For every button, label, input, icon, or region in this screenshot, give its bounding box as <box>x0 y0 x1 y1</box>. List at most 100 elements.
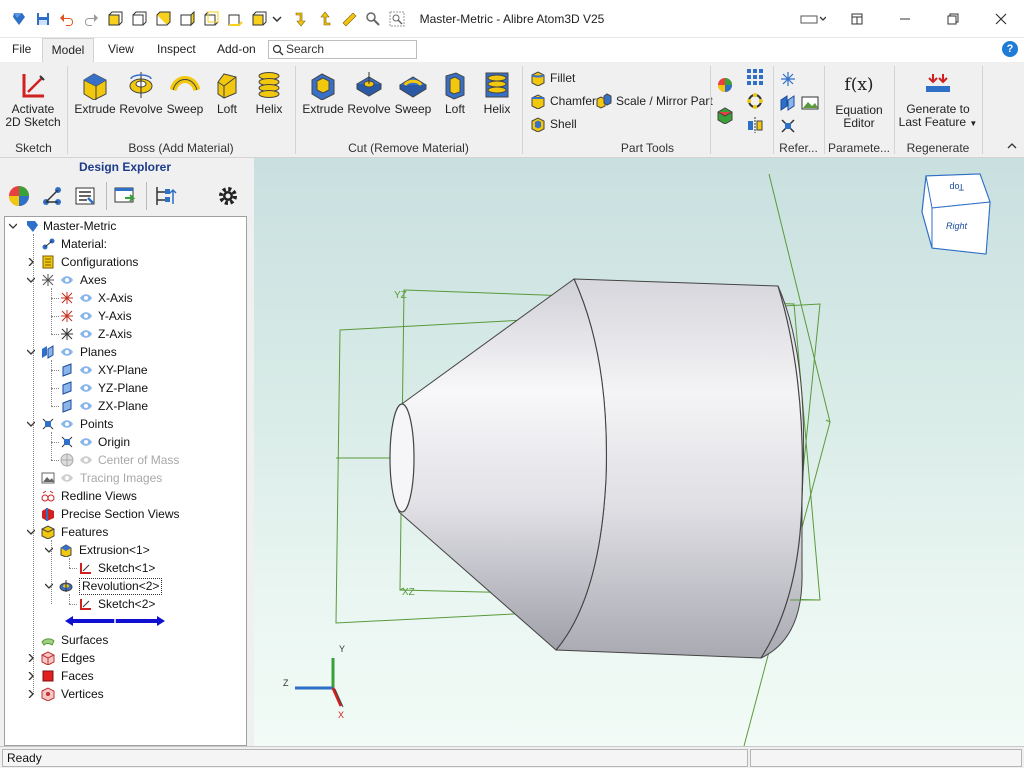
3d-viewport[interactable]: YZ XZ Top Right Y Z X <box>254 158 1024 746</box>
tree-node-center-of-mass[interactable]: Center of Mass <box>5 451 245 469</box>
tree-node-master-metric[interactable]: Master-Metric <box>5 217 245 235</box>
tree-node-z-axis[interactable]: Z-Axis <box>5 325 245 343</box>
eye-icon[interactable] <box>79 329 93 339</box>
restore-button[interactable] <box>930 0 976 38</box>
tracing-image-icon[interactable] <box>801 94 819 112</box>
display-mode-icon[interactable] <box>800 10 826 28</box>
view-bottom-icon[interactable] <box>226 10 244 28</box>
color-properties-icon[interactable] <box>4 181 34 211</box>
eye-icon[interactable] <box>79 311 93 321</box>
tree-node-sketch-1[interactable]: Sketch<1> <box>5 559 245 577</box>
chevron-down-icon[interactable] <box>27 420 35 428</box>
cut-loft-button[interactable]: Loft <box>434 68 476 138</box>
circular-pattern-icon[interactable] <box>746 92 764 110</box>
export-icon[interactable] <box>110 181 140 211</box>
view-back-icon[interactable] <box>202 10 220 28</box>
tree-node-y-axis[interactable]: Y-Axis <box>5 307 245 325</box>
eye-icon[interactable] <box>79 401 93 411</box>
tree-node-features[interactable]: Features <box>5 523 245 541</box>
eye-icon[interactable] <box>79 455 93 465</box>
app-logo-icon[interactable] <box>10 10 28 28</box>
rollback-marker[interactable] <box>63 615 167 627</box>
tab-file[interactable]: File <box>4 38 39 62</box>
tab-inspect[interactable]: Inspect <box>149 38 204 62</box>
tab-view[interactable]: View <box>100 38 142 62</box>
eye-icon[interactable] <box>79 365 93 375</box>
tree-node-origin[interactable]: Origin <box>5 433 245 451</box>
redo-icon[interactable] <box>82 10 100 28</box>
material-icon[interactable] <box>716 106 734 124</box>
chamfer-button[interactable]: Chamfer <box>530 92 596 110</box>
model-canvas[interactable]: YZ XZ Top Right Y Z X <box>254 158 1024 746</box>
tree-node-planes[interactable]: Planes <box>5 343 245 361</box>
reference-axis-icon[interactable] <box>779 70 797 88</box>
tree-node-xy-plane[interactable]: XY-Plane <box>5 361 245 379</box>
chevron-right-icon[interactable] <box>27 258 35 266</box>
generate-to-last-feature-button[interactable]: Generate to Last Feature ▼ <box>898 68 978 138</box>
tree-node-surfaces[interactable]: Surfaces <box>5 631 245 649</box>
chevron-down-icon[interactable] <box>45 582 53 590</box>
undo-icon[interactable] <box>58 10 76 28</box>
tree-node-points[interactable]: Points <box>5 415 245 433</box>
tree-node-precise-section-views[interactable]: Precise Section Views <box>5 505 245 523</box>
tree-node-tracing-images[interactable]: Tracing Images <box>5 469 245 487</box>
scale-mirror-button[interactable]: Scale / Mirror Part <box>596 92 713 110</box>
view-cube[interactable]: Top Right <box>921 173 991 255</box>
boss-loft-button[interactable]: Loft <box>206 68 248 138</box>
arrow-down-icon[interactable] <box>292 10 310 28</box>
tree-node-material[interactable]: Material: <box>5 235 245 253</box>
cut-extrude-button[interactable]: Extrude <box>300 68 346 138</box>
view-right-icon[interactable] <box>178 10 196 28</box>
boss-sweep-button[interactable]: Sweep <box>164 68 206 138</box>
tab-add-on[interactable]: Add-on <box>209 38 264 62</box>
search-input[interactable]: Search <box>268 40 417 59</box>
chevron-down-icon[interactable] <box>27 348 35 356</box>
color-wheel-icon[interactable] <box>716 76 734 94</box>
tree-node-extrusion-1[interactable]: Extrusion<1> <box>5 541 245 559</box>
tree-node-zx-plane[interactable]: ZX-Plane <box>5 397 245 415</box>
chevron-down-icon[interactable] <box>45 546 53 554</box>
zoom-window-icon[interactable] <box>388 10 406 28</box>
chevron-right-icon[interactable] <box>27 672 35 680</box>
arrow-up-icon[interactable] <box>316 10 334 28</box>
eye-icon[interactable] <box>79 437 93 447</box>
view-top-icon[interactable] <box>154 10 172 28</box>
view-left-icon[interactable] <box>250 10 268 28</box>
eye-icon[interactable] <box>60 419 74 429</box>
shell-button[interactable]: Shell <box>530 115 577 133</box>
chevron-down-icon[interactable] <box>27 528 35 536</box>
minimize-button[interactable] <box>882 0 928 38</box>
chevron-down-icon[interactable] <box>27 276 35 284</box>
properties-icon[interactable] <box>70 181 100 211</box>
settings-gear-icon[interactable] <box>213 181 243 211</box>
view-front-icon[interactable] <box>130 10 148 28</box>
activate-2d-sketch-button[interactable]: Activate 2D Sketch <box>4 68 62 138</box>
rollback-tree-icon[interactable] <box>150 181 180 211</box>
eye-icon[interactable] <box>60 473 74 483</box>
tree-node-vertices[interactable]: Vertices <box>5 685 245 703</box>
tree-node-configurations[interactable]: Configurations <box>5 253 245 271</box>
save-icon[interactable] <box>34 10 52 28</box>
cut-sweep-button[interactable]: Sweep <box>392 68 434 138</box>
eye-icon[interactable] <box>60 347 74 357</box>
dependency-tree-icon[interactable] <box>37 181 67 211</box>
tab-model[interactable]: Model <box>42 38 94 62</box>
chevron-down-icon[interactable] <box>270 10 284 28</box>
cut-helix-button[interactable]: Helix <box>476 68 518 138</box>
tree-node-edges[interactable]: Edges <box>5 649 245 667</box>
collapse-ribbon-icon[interactable] <box>1006 140 1020 154</box>
tree-node-axes[interactable]: Axes <box>5 271 245 289</box>
boss-helix-button[interactable]: Helix <box>248 68 290 138</box>
fillet-button[interactable]: Fillet <box>530 69 575 87</box>
chevron-right-icon[interactable] <box>27 654 35 662</box>
tree-node-revolution-2[interactable]: Revolution<2> <box>5 577 245 595</box>
pattern-icon[interactable] <box>746 68 764 86</box>
zoom-icon[interactable] <box>364 10 382 28</box>
reference-point-icon[interactable] <box>779 117 797 135</box>
mirror-feature-icon[interactable] <box>746 116 764 134</box>
tree-node-faces[interactable]: Faces <box>5 667 245 685</box>
measure-icon[interactable] <box>340 10 358 28</box>
ribbon-display-button[interactable] <box>834 0 880 38</box>
tree-node-sketch-2[interactable]: Sketch<2> <box>5 595 245 613</box>
feature-tree[interactable]: Master-Metric Material: Configurations A… <box>4 216 247 746</box>
